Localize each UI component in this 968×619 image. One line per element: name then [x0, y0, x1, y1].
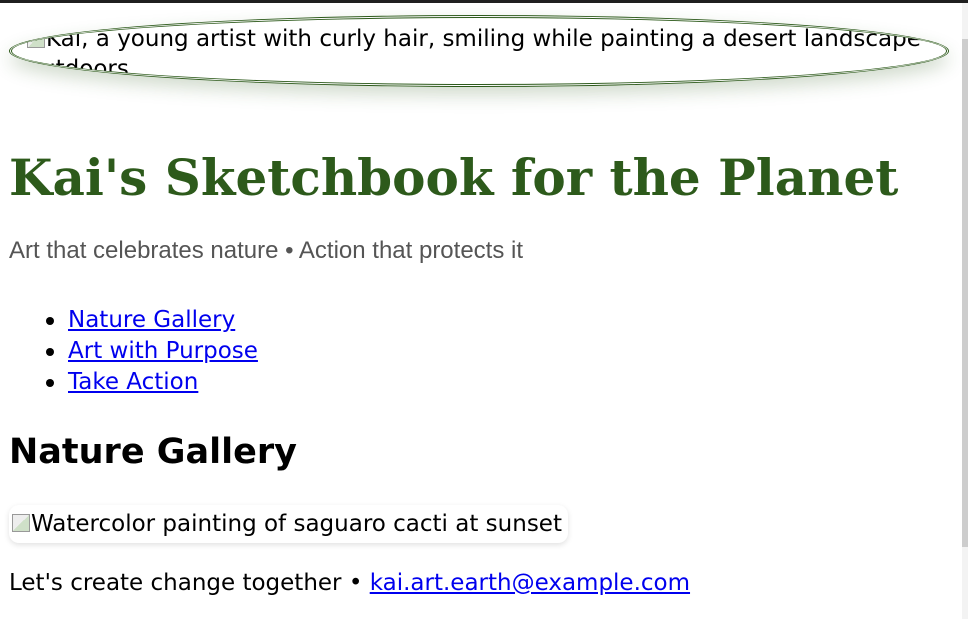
main-nav: Nature Gallery Art with Purpose Take Act…: [9, 305, 258, 398]
bullet-icon: [46, 348, 54, 356]
hero-image-alt: Kai, a young artist with curly hair, smi…: [27, 26, 921, 82]
nav-link-nature-gallery[interactable]: Nature Gallery: [68, 307, 235, 333]
scrollbar-track[interactable]: [962, 3, 968, 619]
bullet-icon: [46, 317, 54, 325]
scrollbar-thumb[interactable]: [962, 39, 968, 547]
nav-item-art-with-purpose: Art with Purpose: [9, 336, 258, 367]
nav-link-art-with-purpose[interactable]: Art with Purpose: [68, 338, 258, 364]
hero-image-alt-text: Kai, a young artist with curly hair, smi…: [27, 24, 927, 84]
nav-link-take-action[interactable]: Take Action: [68, 369, 198, 395]
footer-text: Let's create change together •: [9, 570, 370, 596]
site-title: Kai's Sketchbook for the Planet: [9, 148, 899, 207]
gallery-image-alt: Watercolor painting of saguaro cacti at …: [31, 511, 562, 537]
bullet-icon: [46, 379, 54, 387]
footer: Let's create change together • kai.art.e…: [9, 568, 690, 598]
broken-image-icon: [27, 30, 45, 48]
broken-image-icon: [12, 514, 30, 532]
gallery-image: Watercolor painting of saguaro cacti at …: [9, 505, 568, 543]
tagline: Art that celebrates nature • Action that…: [9, 237, 524, 264]
nav-item-take-action: Take Action: [9, 367, 258, 398]
footer-email-link[interactable]: kai.art.earth@example.com: [370, 570, 690, 596]
section-heading-nature-gallery: Nature Gallery: [9, 432, 297, 472]
hero-image: Kai, a young artist with curly hair, smi…: [9, 15, 949, 87]
nav-item-nature-gallery: Nature Gallery: [9, 305, 258, 336]
window-top-border: [0, 0, 968, 3]
